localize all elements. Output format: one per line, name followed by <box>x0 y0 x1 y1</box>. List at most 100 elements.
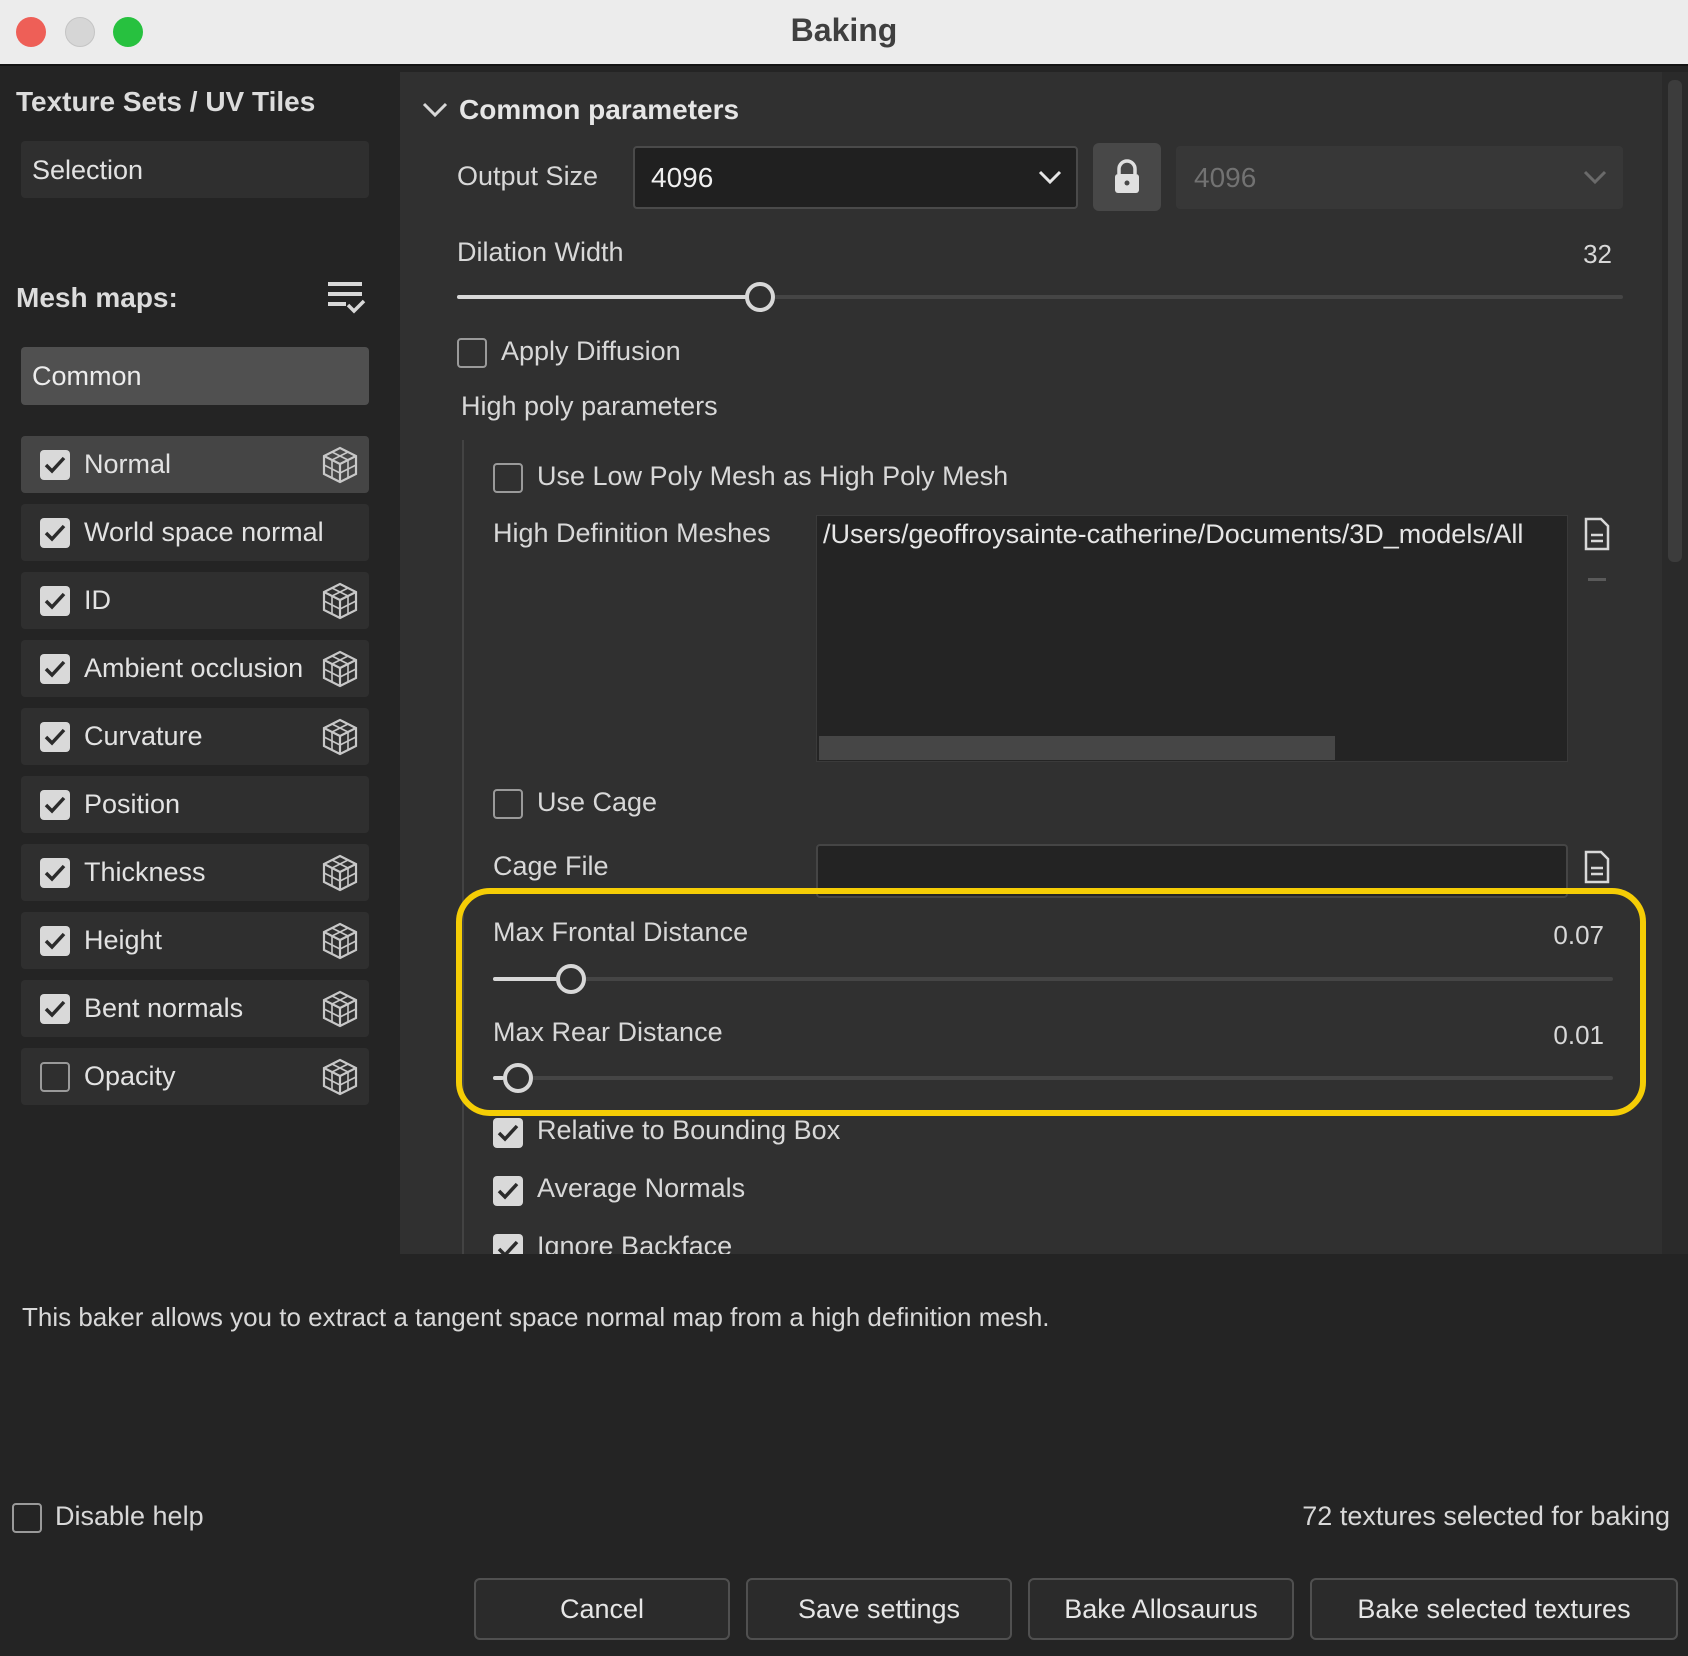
mesh-map-checkbox[interactable] <box>40 450 70 480</box>
cancel-button[interactable]: Cancel <box>474 1578 730 1640</box>
check-icon <box>44 524 66 542</box>
mesh-map-item[interactable]: Thickness <box>21 844 369 901</box>
mesh-map-checkbox[interactable] <box>40 722 70 752</box>
mesh-map-item[interactable]: Bent normals <box>21 980 369 1037</box>
list-check-menu-icon[interactable] <box>326 278 366 318</box>
check-icon <box>497 1124 519 1142</box>
parameters-panel: Common parameters Output Size 4096 4096 … <box>400 72 1662 1254</box>
high-definition-mesh-path[interactable]: /Users/geoffroysainte-catherine/Document… <box>823 519 1523 550</box>
mesh-map-checkbox[interactable] <box>40 1062 70 1092</box>
mesh-map-label: Normal <box>84 449 172 479</box>
mesh-map-item[interactable]: World space normal <box>21 504 369 561</box>
highlight-annotation <box>456 888 1646 1116</box>
mesh-map-checkbox[interactable] <box>40 654 70 684</box>
mesh-map-label: Curvature <box>84 721 203 751</box>
common-parameters-title[interactable]: Common parameters <box>459 94 739 126</box>
mesh-map-label: Bent normals <box>84 993 244 1023</box>
disable-help-label: Disable help <box>55 1501 204 1531</box>
chevron-down-icon[interactable] <box>422 102 448 118</box>
mesh-cube-icon[interactable] <box>321 922 359 960</box>
lock-size-button[interactable] <box>1093 143 1161 211</box>
output-size-label: Output Size <box>457 161 599 191</box>
mesh-map-checkbox[interactable] <box>40 994 70 1024</box>
scrollbar-thumb[interactable] <box>1668 80 1682 562</box>
common-item[interactable]: Common <box>21 347 369 405</box>
bake-selected-textures-button[interactable]: Bake selected textures <box>1310 1578 1678 1640</box>
mesh-map-item[interactable]: Curvature <box>21 708 369 765</box>
mesh-map-label: World space normal <box>84 517 324 547</box>
average-normals-checkbox[interactable] <box>493 1176 523 1206</box>
mesh-map-label: Thickness <box>84 857 206 887</box>
mesh-map-item[interactable]: ID <box>21 572 369 629</box>
mesh-map-label: Opacity <box>84 1061 176 1091</box>
mesh-map-item[interactable]: Opacity <box>21 1048 369 1105</box>
mesh-map-item[interactable]: Ambient occlusion <box>21 640 369 697</box>
dilation-width-slider-track[interactable] <box>457 295 1623 299</box>
file-icon[interactable] <box>1583 850 1611 884</box>
mesh-map-label: Position <box>84 789 181 819</box>
mesh-map-checkbox[interactable] <box>40 518 70 548</box>
average-normals-label: Average Normals <box>537 1173 746 1203</box>
high-poly-parameters-title: High poly parameters <box>461 391 718 421</box>
mesh-map-item[interactable]: Normal <box>21 436 369 493</box>
mesh-cube-icon[interactable] <box>321 650 359 688</box>
disable-help-checkbox[interactable] <box>12 1503 42 1533</box>
chevron-down-icon <box>1038 170 1062 185</box>
chevron-down-icon <box>1583 170 1607 185</box>
high-definition-meshes-label: High Definition Meshes <box>493 518 771 548</box>
mesh-map-checkbox[interactable] <box>40 586 70 616</box>
check-icon <box>44 456 66 474</box>
dilation-width-slider-handle[interactable] <box>745 282 776 312</box>
common-label: Common <box>32 361 142 391</box>
output-size-dropdown[interactable]: 4096 <box>633 146 1078 209</box>
mesh-map-checkbox[interactable] <box>40 926 70 956</box>
file-icon[interactable] <box>1583 517 1611 551</box>
mesh-map-checkbox[interactable] <box>40 790 70 820</box>
high-definition-meshes-list[interactable]: /Users/geoffroysainte-catherine/Document… <box>816 515 1568 762</box>
texture-sets-title: Texture Sets / UV Tiles <box>16 86 316 117</box>
mesh-map-item[interactable]: Position <box>21 776 369 833</box>
mesh-cube-icon[interactable] <box>321 582 359 620</box>
lock-icon <box>1115 159 1139 193</box>
apply-diffusion-checkbox[interactable] <box>457 338 487 368</box>
bake-allosaurus-button[interactable]: Bake Allosaurus <box>1028 1578 1294 1640</box>
check-icon <box>44 932 66 950</box>
horizontal-scrollbar[interactable] <box>819 736 1335 760</box>
output-size-height-dropdown[interactable]: 4096 <box>1176 146 1623 209</box>
selection-label: Selection <box>32 155 144 185</box>
window-title: Baking <box>790 12 898 48</box>
check-icon <box>497 1240 519 1254</box>
dilation-width-value[interactable]: 32 <box>1500 239 1612 270</box>
mesh-maps-title: Mesh maps: <box>16 282 178 313</box>
use-cage-checkbox[interactable] <box>493 789 523 819</box>
group-divider <box>462 440 464 1254</box>
mesh-cube-icon[interactable] <box>321 1058 359 1096</box>
relative-bounding-box-checkbox[interactable] <box>493 1118 523 1148</box>
mesh-map-item[interactable]: Height <box>21 912 369 969</box>
dilation-width-label: Dilation Width <box>457 237 624 267</box>
use-low-poly-checkbox[interactable] <box>493 463 523 493</box>
cage-file-label: Cage File <box>493 851 609 881</box>
mesh-map-checkbox[interactable] <box>40 858 70 888</box>
mesh-cube-icon[interactable] <box>321 854 359 892</box>
mesh-map-label: Height <box>84 925 163 955</box>
output-size-value: 4096 <box>651 162 714 193</box>
check-icon <box>44 1000 66 1018</box>
remove-mesh-icon[interactable] <box>1588 578 1606 581</box>
mesh-cube-icon[interactable] <box>321 446 359 484</box>
relative-bounding-box-label: Relative to Bounding Box <box>537 1115 841 1145</box>
ignore-backface-checkbox[interactable] <box>493 1234 523 1254</box>
check-icon <box>44 728 66 746</box>
title-bar: Baking <box>0 0 1688 66</box>
mesh-map-label: Ambient occlusion <box>84 653 304 683</box>
check-icon <box>44 864 66 882</box>
vertical-scrollbar[interactable] <box>1662 72 1688 1254</box>
textures-selected-status: 72 textures selected for baking <box>1302 1501 1670 1531</box>
save-settings-button[interactable]: Save settings <box>746 1578 1012 1640</box>
selection-item[interactable]: Selection <box>21 141 369 198</box>
texture-sets-panel: Texture Sets / UV Tiles Selection Mesh m… <box>0 68 380 1256</box>
mesh-cube-icon[interactable] <box>321 718 359 756</box>
dilation-width-slider-fill <box>457 295 761 299</box>
mesh-cube-icon[interactable] <box>321 990 359 1028</box>
use-cage-label: Use Cage <box>537 787 658 817</box>
